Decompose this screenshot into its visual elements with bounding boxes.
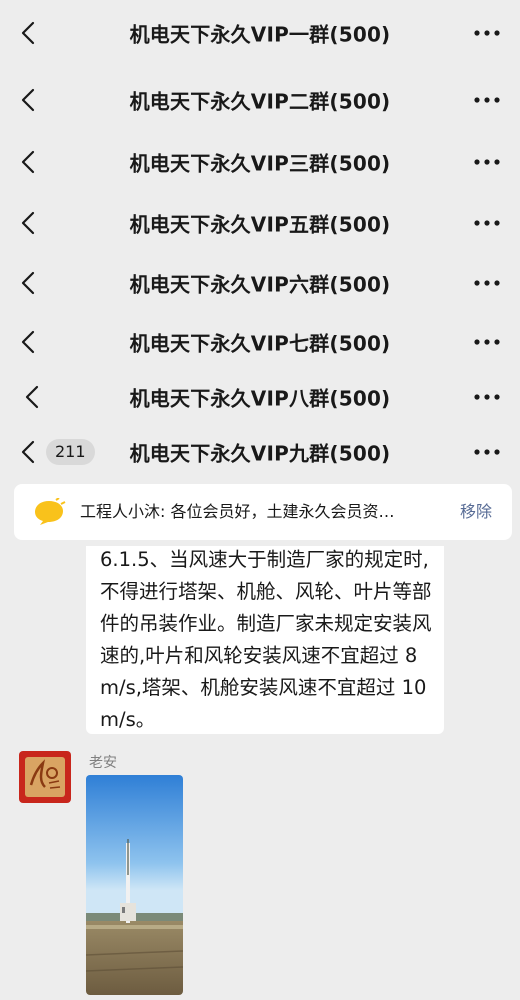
group-header-row: 机电天下永久VIP二群(500) (0, 70, 520, 130)
group-header-row: 机电天下永久VIP八群(500) (0, 367, 520, 427)
more-dots-icon[interactable] (474, 159, 500, 165)
more-dots-icon[interactable] (474, 97, 500, 103)
group-header-row: 机电天下永久VIP三群(500) (0, 132, 520, 192)
more-dots-icon[interactable] (474, 220, 500, 226)
more-dots-icon[interactable] (474, 394, 500, 400)
message-text: 6.1.5、当风速大于制造厂家的规定时,不得进行塔架、机舱、风轮、叶片等部件的吊… (100, 548, 432, 731)
group-title: 机电天下永久VIP二群(500) (129, 89, 391, 114)
group-title: 机电天下永久VIP五群(500) (129, 212, 391, 237)
more-dots-icon[interactable] (474, 449, 500, 455)
announcement-bubble-icon (32, 497, 66, 526)
group-header-row: 机电天下永久VIP一群(500) (0, 3, 520, 63)
group-header-row: 211 机电天下永久VIP九群(500) (0, 422, 520, 482)
message-bubble[interactable]: 6.1.5、当风速大于制造厂家的规定时,不得进行塔架、机舱、风轮、叶片等部件的吊… (86, 530, 444, 734)
group-header-row: 机电天下永久VIP五群(500) (0, 193, 520, 253)
group-notice-bar-overlay[interactable]: 工程人小沐: 各位会员好，土建永久会员资… 移除 (14, 484, 512, 540)
remove-notice-button[interactable]: 移除 (460, 484, 492, 540)
group-title: 机电天下永久VIP六群(500) (129, 272, 391, 297)
group-title: 机电天下永久VIP九群(500) (129, 441, 391, 466)
more-dots-icon[interactable] (474, 30, 500, 36)
group-title: 机电天下永久VIP七群(500) (129, 331, 391, 356)
notice-text: 工程人小沐: 各位会员好，土建永久会员资… (80, 502, 395, 521)
sender-name: 老安 (89, 755, 117, 771)
group-title: 机电天下永久VIP一群(500) (129, 22, 391, 47)
group-title: 机电天下永久VIP三群(500) (129, 151, 391, 176)
more-dots-icon[interactable] (474, 280, 500, 286)
group-header-row: 机电天下永久VIP七群(500) (0, 312, 520, 372)
group-header-row: 机电天下永久VIP六群(500) (0, 253, 520, 313)
avatar[interactable] (19, 751, 71, 803)
image-message[interactable] (86, 775, 183, 995)
group-title: 机电天下永久VIP八群(500) (129, 386, 391, 411)
more-dots-icon[interactable] (474, 339, 500, 345)
